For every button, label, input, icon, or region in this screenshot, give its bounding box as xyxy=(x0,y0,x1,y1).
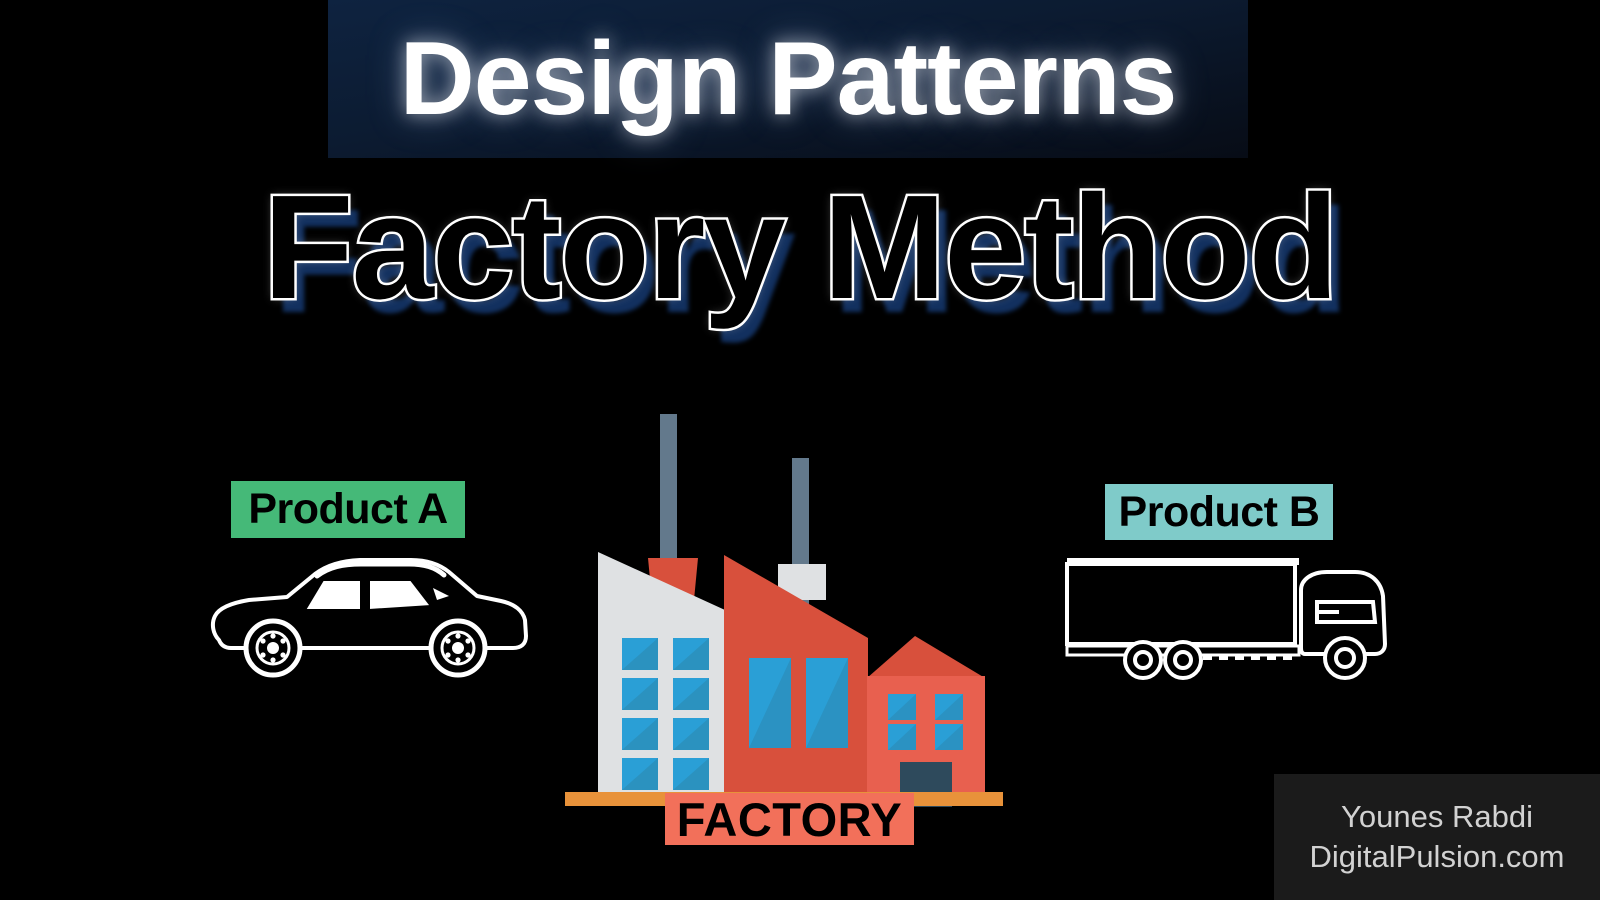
factory-label: FACTORY xyxy=(665,792,914,846)
factory-label-text: FACTORY xyxy=(676,792,903,846)
factory-method-title: Factory Method Factory Method xyxy=(0,165,1600,342)
product-b-badge: Product B xyxy=(1105,484,1333,540)
watermark-site: DigitalPulsion.com xyxy=(1309,839,1565,874)
design-patterns-title-box: Design Patterns xyxy=(328,0,1248,158)
product-a-label: Product A xyxy=(248,485,448,533)
design-patterns-title-text: Design Patterns xyxy=(399,21,1178,137)
factory-icon xyxy=(565,414,1003,807)
factory-method-title-text: Factory Method xyxy=(261,165,1342,330)
product-b-label: Product B xyxy=(1118,487,1320,536)
factory-right-roof xyxy=(867,636,985,678)
truck-icon xyxy=(1065,558,1387,680)
product-a-badge: Product A xyxy=(231,481,465,538)
car-icon xyxy=(210,558,528,678)
slide-canvas: Design Patterns Factory Method Factory M… xyxy=(0,0,1600,900)
watermark-author: Younes Rabdi xyxy=(1341,799,1533,834)
watermark: Younes Rabdi DigitalPulsion.com xyxy=(1274,774,1600,900)
